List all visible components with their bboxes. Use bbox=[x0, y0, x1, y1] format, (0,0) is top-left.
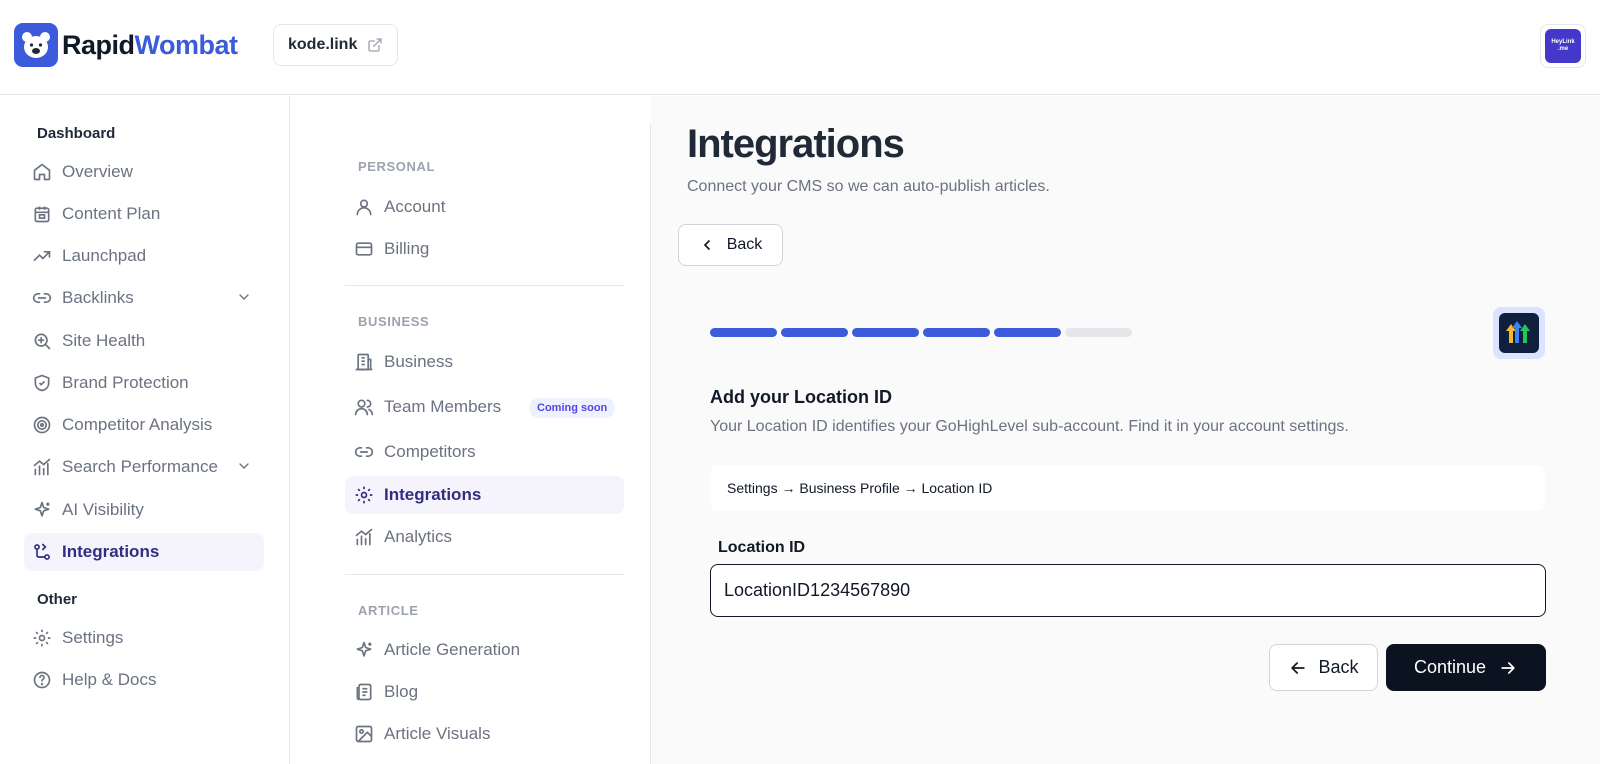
gohighlevel-arrows-icon bbox=[1499, 313, 1539, 353]
chevron-down-icon[interactable] bbox=[236, 458, 252, 474]
subnav-item-billing[interactable]: Billing bbox=[345, 230, 624, 268]
progress-segment-complete bbox=[923, 328, 990, 337]
page-title: Integrations bbox=[687, 122, 905, 166]
subnav-item-integrations[interactable]: Integrations bbox=[345, 476, 624, 514]
gohighlevel-logo bbox=[1493, 307, 1545, 359]
step-progress-bar bbox=[710, 328, 1132, 337]
back-button-top[interactable]: Back bbox=[678, 224, 783, 266]
shield-icon bbox=[32, 373, 52, 393]
step-description: Your Location ID identifies your GoHighL… bbox=[710, 418, 1349, 435]
home-icon bbox=[32, 162, 52, 182]
sidebar-item-backlinks[interactable]: Backlinks bbox=[24, 279, 264, 317]
avatar-image: HeyLink .me bbox=[1545, 29, 1581, 63]
sparkles-icon bbox=[32, 500, 52, 520]
chevron-left-icon bbox=[699, 237, 715, 253]
subnav-item-blog[interactable]: Blog bbox=[345, 673, 624, 711]
chart-icon bbox=[354, 527, 374, 547]
help-icon bbox=[32, 670, 52, 690]
user-icon bbox=[354, 197, 374, 217]
sidebar-item-search-performance[interactable]: Search Performance bbox=[24, 448, 264, 486]
group-label-personal: PERSONAL bbox=[358, 159, 436, 174]
sparkles-icon bbox=[354, 640, 374, 660]
group-label-business: BUSINESS bbox=[358, 314, 430, 329]
sidebar-item-help-docs[interactable]: Help & Docs bbox=[24, 661, 264, 699]
brand-logo[interactable]: RapidWombat bbox=[14, 23, 238, 67]
sidebar-item-settings[interactable]: Settings bbox=[24, 619, 264, 657]
location-id-label: Location ID bbox=[718, 539, 806, 556]
link-icon bbox=[354, 442, 374, 462]
subnav-divider-1 bbox=[345, 285, 624, 286]
calendar-icon bbox=[32, 204, 52, 224]
sidebar-section-dashboard: Dashboard bbox=[37, 125, 116, 142]
sidebar-item-launchpad[interactable]: Launchpad bbox=[24, 237, 264, 275]
users-icon bbox=[354, 397, 374, 417]
sidebar-item-content-plan[interactable]: Content Plan bbox=[24, 195, 264, 233]
progress-segment-complete bbox=[852, 328, 919, 337]
sidebar-item-ai-visibility[interactable]: AI Visibility bbox=[24, 491, 264, 529]
account-avatar[interactable]: HeyLink .me bbox=[1540, 24, 1586, 68]
building-icon bbox=[354, 352, 374, 372]
sidebar-item-site-health[interactable]: Site Health bbox=[24, 322, 264, 360]
target-icon bbox=[32, 415, 52, 435]
continue-button[interactable]: Continue bbox=[1386, 644, 1546, 691]
external-link-icon bbox=[367, 37, 383, 53]
sidebar-item-brand-protection[interactable]: Brand Protection bbox=[24, 364, 264, 402]
brand-name: RapidWombat bbox=[62, 29, 238, 60]
credit-card-icon bbox=[354, 239, 374, 259]
progress-segment-pending bbox=[1065, 328, 1132, 337]
group-label-article: ARTICLE bbox=[358, 603, 419, 618]
search-health-icon bbox=[32, 331, 52, 351]
subnav-item-competitors[interactable]: Competitors bbox=[345, 433, 624, 471]
subnav-divider-2 bbox=[345, 574, 624, 575]
location-id-input[interactable] bbox=[710, 564, 1546, 617]
subnav-item-article-visuals[interactable]: Article Visuals bbox=[345, 715, 624, 753]
subnav-item-analytics[interactable]: Analytics bbox=[345, 518, 624, 556]
wombat-logo-icon bbox=[14, 23, 58, 67]
back-button[interactable]: Back bbox=[1269, 644, 1378, 691]
subnav-item-account[interactable]: Account bbox=[345, 188, 624, 226]
image-icon bbox=[354, 724, 374, 744]
sidebar-section-other: Other bbox=[37, 591, 78, 608]
domain-label: kode.link bbox=[288, 36, 358, 53]
arrow-right-icon bbox=[1498, 658, 1518, 678]
newspaper-icon bbox=[354, 682, 374, 702]
progress-segment-complete bbox=[710, 328, 777, 337]
sidebar-item-competitor-analysis[interactable]: Competitor Analysis bbox=[24, 406, 264, 444]
gear-icon bbox=[32, 628, 52, 648]
top-header: RapidWombat kode.link HeyLink .me bbox=[0, 0, 1600, 95]
chevron-down-icon[interactable] bbox=[236, 289, 252, 305]
step-title: Add your Location ID bbox=[710, 387, 892, 407]
subnav-item-article-generation[interactable]: Article Generation bbox=[345, 631, 624, 669]
coming-soon-badge: Coming soon bbox=[529, 398, 616, 418]
trending-up-icon bbox=[32, 246, 52, 266]
sidebar-item-overview[interactable]: Overview bbox=[24, 153, 264, 191]
progress-segment-complete bbox=[781, 328, 848, 337]
gear-icon bbox=[354, 485, 374, 505]
git-icon bbox=[32, 542, 52, 562]
progress-segment-complete bbox=[994, 328, 1061, 337]
sidebar-item-integrations[interactable]: Integrations bbox=[24, 533, 264, 571]
subnav-item-business[interactable]: Business bbox=[345, 343, 624, 381]
domain-selector[interactable]: kode.link bbox=[273, 24, 399, 66]
settings-path-hint: Settings → Business Profile → Location I… bbox=[710, 465, 1545, 511]
arrow-left-icon bbox=[1288, 658, 1308, 678]
link-icon bbox=[32, 288, 52, 308]
page-subtitle: Connect your CMS so we can auto-publish … bbox=[687, 178, 1050, 195]
subnav-item-team-members[interactable]: Team Members Coming soon bbox=[345, 388, 624, 426]
chart-icon bbox=[32, 457, 52, 477]
